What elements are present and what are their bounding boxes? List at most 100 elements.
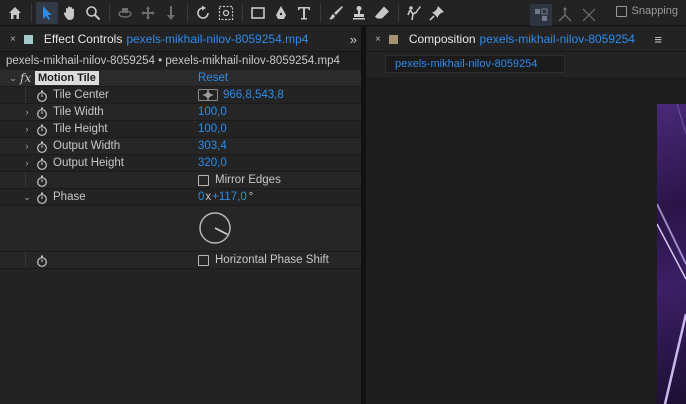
composition-name-link[interactable]: pexels-mikhail-nilov-8059254 — [480, 32, 635, 46]
phase-angle-dial[interactable] — [198, 211, 232, 245]
property-label: Output Height — [53, 157, 124, 169]
pen-tool-icon[interactable] — [270, 2, 292, 24]
fx-toggle-icon[interactable]: fx — [20, 71, 31, 85]
dolly-camera-icon[interactable] — [160, 2, 182, 24]
home-icon[interactable] — [4, 2, 26, 24]
eraser-tool-icon[interactable] — [371, 2, 393, 24]
output-width-value[interactable]: 303,4 — [198, 140, 227, 152]
rectangle-tool-icon[interactable] — [247, 2, 269, 24]
snap-points-icon[interactable] — [578, 4, 600, 26]
preview-light-streaks — [656, 103, 686, 404]
phase-degrees[interactable]: +117,0 — [212, 191, 247, 203]
point-target-icon[interactable] — [198, 89, 218, 101]
toolbar-separator — [109, 3, 110, 22]
layer-file-link[interactable]: pexels-mikhail-nilov-8059254.mp4 — [126, 32, 308, 46]
stopwatch-icon[interactable] — [36, 90, 48, 102]
property-row-mirror-edges: Mirror Edges — [0, 172, 361, 189]
panel-color-swatch — [388, 34, 398, 44]
composition-tab[interactable]: × Composition pexels-mikhail-nilov-80592… — [366, 27, 686, 52]
tile-height-value[interactable]: 100,0 — [198, 123, 227, 135]
snapping-mode-icons — [530, 4, 602, 26]
expand-property-icon[interactable]: › — [22, 107, 32, 117]
snapping-label: Snapping — [631, 5, 679, 17]
expand-property-icon[interactable]: › — [22, 158, 32, 168]
tile-center-scrubber[interactable]: 966,8,543,8 — [223, 89, 284, 101]
mirror-edges-toggle[interactable]: Mirror Edges — [198, 174, 281, 186]
expand-property-icon[interactable]: › — [22, 141, 32, 151]
clone-stamp-tool-icon[interactable] — [348, 2, 370, 24]
breadcrumb: pexels-mikhail-nilov-8059254 • pexels-mi… — [0, 52, 361, 70]
property-row-tile-height: › Tile Height 100,0 — [0, 121, 361, 138]
property-row-phase: ⌄ Phase 0x+117,0 ° — [0, 189, 361, 206]
type-tool-icon[interactable] — [293, 2, 315, 24]
panel-overflow-icon[interactable]: » — [350, 32, 357, 47]
collapse-property-icon[interactable]: ⌄ — [22, 192, 32, 203]
snapping-toggle[interactable]: Snapping — [615, 5, 679, 17]
output-height-value[interactable]: 320,0 — [198, 157, 227, 169]
effect-name[interactable]: Motion Tile — [35, 71, 99, 85]
selection-tool-icon[interactable] — [36, 1, 58, 24]
close-tab-icon[interactable]: × — [375, 34, 381, 45]
hand-tool-icon[interactable] — [59, 2, 81, 24]
snap-features-icon[interactable] — [554, 4, 576, 26]
toolbar-separator — [242, 3, 243, 22]
zoom-tool-icon[interactable] — [82, 2, 104, 24]
stopwatch-icon[interactable] — [36, 158, 48, 170]
pan-behind-tool-icon[interactable] — [215, 2, 237, 24]
toolbar-separator — [31, 3, 32, 22]
composition-subtab[interactable]: pexels-mikhail-nilov-8059254 — [385, 55, 565, 73]
effect-controls-panel: × Effect Controls pexels-mikhail-nilov-8… — [0, 27, 361, 404]
phase-times-sign: x — [205, 191, 212, 203]
tile-center-value[interactable]: 966,8,543,8 — [198, 89, 284, 101]
effect-property-list: ⌄ fx Motion Tile Reset Tile Center 966,8… — [0, 70, 361, 269]
panel-menu-icon[interactable]: ≡ — [654, 32, 662, 47]
stopwatch-icon[interactable] — [36, 255, 48, 267]
property-label: Tile Center — [53, 89, 109, 101]
property-row-tile-center: Tile Center 966,8,543,8 — [0, 87, 361, 104]
toolbar-separator — [320, 3, 321, 22]
brush-tool-icon[interactable] — [325, 2, 347, 24]
property-row-horizontal-phase-shift: Horizontal Phase Shift — [0, 252, 361, 269]
collapse-effect-icon[interactable]: ⌄ — [8, 73, 18, 84]
puppet-pin-tool-icon[interactable] — [426, 2, 448, 24]
snapping-checkbox[interactable] — [615, 5, 627, 17]
close-tab-icon[interactable]: × — [10, 34, 16, 45]
property-row-output-height: › Output Height 320,0 — [0, 155, 361, 172]
roto-brush-tool-icon[interactable] — [403, 2, 425, 24]
stopwatch-icon[interactable] — [36, 192, 48, 204]
stopwatch-icon[interactable] — [36, 141, 48, 153]
composition-viewer[interactable] — [366, 77, 686, 404]
checkbox-label: Mirror Edges — [215, 174, 281, 186]
horizontal-phase-shift-checkbox[interactable] — [198, 254, 209, 266]
effect-header-row[interactable]: ⌄ fx Motion Tile Reset — [0, 70, 361, 87]
composition-panel: × Composition pexels-mikhail-nilov-80592… — [366, 27, 686, 404]
reset-button[interactable]: Reset — [198, 72, 228, 84]
stopwatch-icon[interactable] — [36, 175, 48, 187]
expand-property-icon[interactable]: › — [22, 124, 32, 134]
horizontal-phase-shift-toggle[interactable]: Horizontal Phase Shift — [198, 254, 329, 266]
tile-width-value[interactable]: 100,0 — [198, 106, 227, 118]
property-row-output-width: › Output Width 303,4 — [0, 138, 361, 155]
snap-extents-icon[interactable] — [530, 4, 552, 26]
video-preview-frame[interactable] — [656, 103, 686, 404]
rotation-tool-icon[interactable] — [192, 2, 214, 24]
phase-revolutions[interactable]: 0 — [198, 191, 204, 203]
phase-dial-needle — [214, 227, 228, 236]
app-window: Snapping × Effect Controls pexels-mikhai… — [0, 0, 686, 404]
toolbar-separator — [398, 3, 399, 22]
phase-value[interactable]: 0x+117,0 ° — [198, 191, 253, 203]
property-label: Tile Height — [53, 123, 108, 135]
orbit-camera-icon[interactable] — [114, 2, 136, 24]
stopwatch-icon[interactable] — [36, 124, 48, 136]
degree-sign: ° — [248, 191, 254, 203]
property-label: Tile Width — [53, 106, 104, 118]
mirror-edges-checkbox[interactable] — [198, 174, 209, 186]
phase-dial-row — [0, 206, 361, 252]
property-label: Phase — [53, 191, 86, 203]
effect-controls-tab[interactable]: × Effect Controls pexels-mikhail-nilov-8… — [0, 27, 361, 52]
pan-camera-icon[interactable] — [137, 2, 159, 24]
toolbar-separator — [187, 3, 188, 22]
stopwatch-icon[interactable] — [36, 107, 48, 119]
panel-title: Effect Controls — [43, 32, 123, 46]
composition-subtab-bar: pexels-mikhail-nilov-8059254 — [366, 52, 686, 77]
